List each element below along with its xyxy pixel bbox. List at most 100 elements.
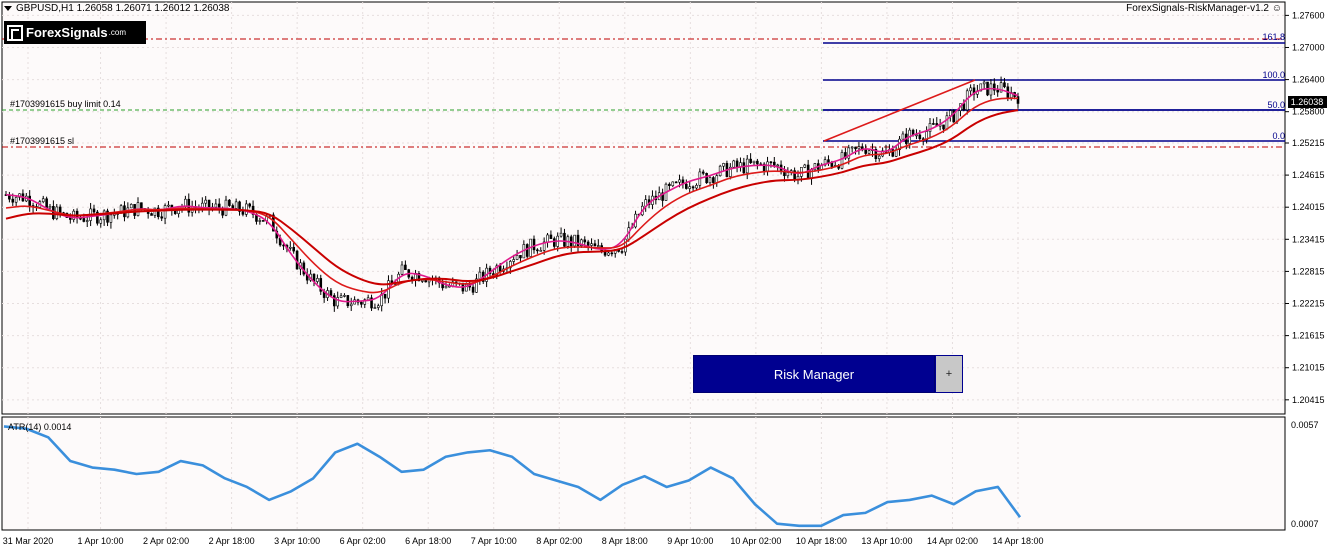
time-tick-label: 10 Apr 18:00 — [796, 536, 847, 546]
candle-body — [668, 183, 671, 187]
ea-name-text: ForexSignals-RiskManager-v1.2 — [1126, 3, 1269, 14]
candle-body — [773, 161, 776, 166]
candle-body — [915, 134, 918, 137]
candle-body — [234, 201, 238, 209]
current-price-tag: 1.26038 — [1288, 96, 1327, 108]
time-tick-label: 2 Apr 18:00 — [209, 536, 255, 546]
candle-body — [553, 238, 556, 247]
candle-body — [749, 158, 752, 164]
fib-label-50: 50.0 — [1267, 100, 1285, 110]
time-tick-label: 2 Apr 02:00 — [143, 536, 189, 546]
candle-body — [248, 203, 251, 207]
candle-body — [701, 171, 705, 174]
candle-body — [14, 196, 18, 203]
symbol-header: GBPUSD,H1 1.26058 1.26071 1.26012 1.2603… — [4, 3, 230, 14]
candle-body — [932, 123, 935, 125]
candle-body — [424, 280, 427, 283]
time-tick-label: 8 Apr 18:00 — [602, 536, 648, 546]
candle-body — [901, 133, 905, 140]
candle-body — [688, 186, 691, 189]
candle-body — [685, 183, 688, 189]
candle-body — [289, 246, 292, 249]
time-tick-label: 3 Apr 10:00 — [274, 536, 320, 546]
candle-body — [366, 297, 370, 300]
forexsignals-logo: ForexSignals .com — [4, 21, 146, 44]
candle-body — [766, 161, 769, 172]
sl-label: #1703991615 sl — [10, 136, 74, 146]
candle-body — [942, 124, 945, 130]
candle-body — [519, 255, 522, 259]
candle-body — [316, 278, 319, 282]
candle-body — [214, 203, 218, 208]
logo-mark-icon — [7, 24, 23, 41]
candle-body — [478, 271, 482, 280]
time-tick-label: 13 Apr 10:00 — [861, 536, 912, 546]
price-tick-label: 1.27600 — [1292, 10, 1325, 20]
candle-body — [671, 181, 675, 187]
price-tick-label: 1.26400 — [1292, 75, 1325, 85]
candle-body — [167, 204, 170, 207]
time-tick-label: 14 Apr 18:00 — [992, 536, 1043, 546]
collapse-triangle-icon[interactable] — [4, 5, 12, 11]
candle-body — [532, 238, 536, 251]
candle-body — [752, 160, 756, 164]
candle-body — [786, 172, 790, 177]
candle-body — [850, 146, 854, 149]
candle-body — [969, 87, 972, 92]
fib-label-161: 161.8 — [1262, 32, 1285, 42]
price-tick-label: 1.25800 — [1292, 107, 1325, 117]
candle-body — [113, 213, 116, 216]
candle-body — [231, 205, 235, 209]
candle-body — [58, 206, 62, 214]
candle-body — [854, 146, 857, 150]
chart-svg: 1.27600 1.27000 1.26400 1.25800 1.25215 1.246… — [0, 0, 1327, 555]
buy-limit-label: #1703991615 buy limit 0.14 — [10, 99, 121, 109]
candle-body — [346, 295, 350, 307]
candle-body — [715, 175, 719, 183]
expand-plus-button[interactable]: + — [935, 355, 963, 393]
candle-body — [11, 198, 15, 203]
candle-body — [404, 264, 407, 271]
logo-suffix: .com — [108, 28, 126, 37]
fib-label-100: 100.0 — [1262, 70, 1285, 80]
candle-body — [383, 293, 387, 299]
candle-body — [333, 295, 336, 307]
candle-body — [28, 195, 31, 206]
candle-body — [949, 110, 952, 117]
logo-text: ForexSignals — [26, 25, 108, 40]
candle-body — [336, 297, 339, 307]
candle-body — [742, 162, 746, 174]
candle-body — [877, 155, 881, 159]
candle-body — [343, 295, 346, 297]
candle-body — [45, 198, 48, 209]
atr-axis-min: 0.0007 — [1291, 519, 1319, 529]
candle-body — [160, 216, 163, 219]
candle-body — [150, 213, 153, 216]
time-tick-label: 31 Mar 2020 — [3, 536, 54, 546]
candle-body — [620, 251, 624, 253]
candle-body — [607, 252, 610, 256]
candle-body — [536, 249, 539, 252]
candle-body — [421, 280, 424, 282]
candle-body — [756, 160, 759, 165]
price-tick-label: 1.23415 — [1292, 234, 1325, 244]
candle-body — [241, 211, 245, 215]
candle-body — [563, 232, 566, 247]
candle-body — [204, 199, 207, 204]
chart-area[interactable]: 1.27600 1.27000 1.26400 1.25800 1.25215 1.246… — [0, 0, 1327, 555]
candle-body — [597, 245, 600, 247]
risk-manager-button[interactable]: Risk Manager — [693, 355, 935, 393]
candle-body — [674, 181, 678, 184]
price-tick-label: 1.21015 — [1292, 363, 1325, 373]
candle-body — [549, 234, 553, 239]
candle-body — [184, 198, 187, 207]
candle-body — [498, 265, 502, 272]
candle-body — [722, 163, 725, 167]
candle-body — [678, 179, 681, 183]
atr-pane[interactable] — [1, 416, 1286, 531]
atr-axis-max: 0.0057 — [1291, 420, 1319, 430]
candle-body — [718, 165, 722, 177]
candle-body — [546, 234, 549, 243]
candle-body — [373, 307, 377, 309]
candle-body — [708, 177, 712, 184]
